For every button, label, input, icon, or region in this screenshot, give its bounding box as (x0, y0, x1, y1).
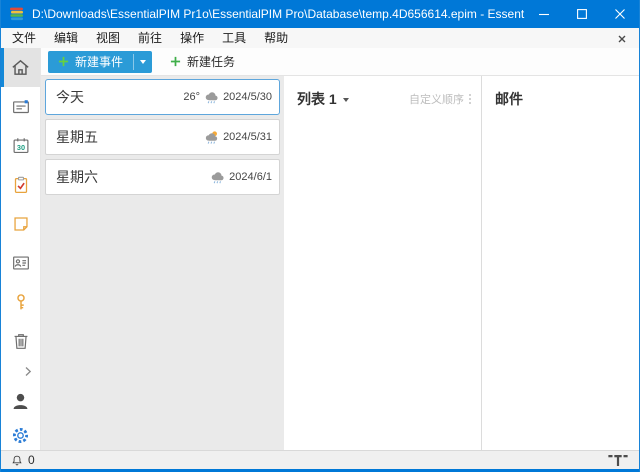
minimize-button[interactable] (525, 0, 563, 28)
date: 2024/5/31 (223, 131, 272, 143)
menu-go[interactable]: 前往 (129, 28, 171, 48)
resize-grip[interactable] (607, 453, 629, 468)
sort-order-label[interactable]: 自定义顺序 (409, 91, 464, 107)
sidebar-item-user[interactable] (1, 382, 40, 420)
notifications-bell-icon[interactable] (10, 453, 24, 468)
list-title[interactable]: 列表 1 (297, 89, 337, 109)
new-task-label: 新建任务 (187, 53, 235, 70)
trash-icon (10, 330, 32, 352)
day-list-panel: 今天 26° 2024/5/30 星期五 (41, 76, 284, 450)
day-card-friday[interactable]: 星期五 2024/5/31 (45, 119, 280, 155)
home-icon (9, 56, 32, 79)
grip-icon (607, 453, 629, 468)
app-window: D:\Downloads\EssentialPIM Pr1o\Essential… (0, 0, 640, 472)
mail-panel-title: 邮件 (495, 89, 631, 109)
menu-tools[interactable]: 工具 (213, 28, 255, 48)
calendar-icon: 30 (10, 135, 32, 157)
tasks-icon (10, 174, 32, 196)
day-name: 星期五 (56, 127, 98, 147)
small-close-icon (619, 36, 625, 42)
todo-list-panel: 列表 1 自定义顺序 (284, 76, 482, 450)
menu-help[interactable]: 帮助 (255, 28, 297, 48)
rain-cloud-icon (203, 89, 220, 105)
date: 2024/5/30 (223, 91, 272, 103)
plus-icon (170, 56, 181, 67)
menu-file[interactable]: 文件 (3, 28, 45, 48)
sidebar-item-mail[interactable] (1, 87, 40, 126)
new-event-button-main[interactable]: 新建事件 (48, 51, 133, 73)
chevron-down-icon[interactable] (343, 98, 349, 102)
toolbar: 新建事件 新建任务 (41, 48, 639, 76)
notes-icon (10, 213, 32, 235)
user-icon (9, 390, 32, 413)
new-event-label: 新建事件 (75, 53, 123, 70)
mail-icon (10, 96, 32, 118)
menu-view[interactable]: 视图 (87, 28, 129, 48)
new-task-button[interactable]: 新建任务 (161, 51, 244, 73)
temperature: 26° (183, 91, 200, 103)
calendar-day-number: 30 (16, 143, 24, 152)
sidebar-item-today[interactable] (1, 48, 40, 87)
selected-indicator (1, 48, 4, 87)
maximize-icon (578, 10, 587, 19)
mail-panel: 邮件 (482, 76, 639, 450)
sidebar-expand-button[interactable] (1, 360, 40, 382)
maximize-button[interactable] (563, 0, 601, 28)
date: 2024/6/1 (229, 171, 272, 183)
menu-bar: 文件 编辑 视图 前往 操作 工具 帮助 (1, 28, 639, 48)
sidebar-item-passwords[interactable] (1, 282, 40, 321)
notification-count: 0 (28, 453, 35, 467)
menubar-close-button[interactable] (616, 33, 627, 44)
rain-cloud-icon (209, 169, 226, 185)
close-button[interactable] (601, 0, 639, 28)
plus-icon (58, 56, 69, 67)
content-panels: 今天 26° 2024/5/30 星期五 (41, 76, 639, 450)
sidebar-item-notes[interactable] (1, 204, 40, 243)
day-card-today[interactable]: 今天 26° 2024/5/30 (45, 79, 280, 115)
sun-rain-cloud-icon (203, 129, 220, 145)
sort-options-icon[interactable] (469, 94, 471, 104)
new-event-dropdown[interactable] (134, 51, 152, 73)
menu-edit[interactable]: 编辑 (45, 28, 87, 48)
window-title: D:\Downloads\EssentialPIM Pr1o\Essential… (32, 7, 525, 21)
sidebar-item-trash[interactable] (1, 321, 40, 360)
sidebar-item-calendar[interactable]: 30 (1, 126, 40, 165)
day-name: 今天 (56, 87, 84, 107)
close-icon (616, 10, 625, 19)
title-bar: D:\Downloads\EssentialPIM Pr1o\Essential… (1, 0, 639, 28)
essentialpim-logo-icon (9, 6, 25, 22)
status-bar: 0 (1, 450, 639, 469)
day-name: 星期六 (56, 167, 98, 187)
settings-gear-icon (10, 425, 31, 446)
new-event-button[interactable]: 新建事件 (48, 51, 152, 73)
expand-chevron-icon (24, 366, 32, 377)
module-sidebar: 30 (1, 48, 41, 450)
main-area: 新建事件 新建任务 (41, 48, 639, 450)
menu-actions[interactable]: 操作 (171, 28, 213, 48)
day-card-saturday[interactable]: 星期六 2024/6/1 (45, 159, 280, 195)
sidebar-item-contacts[interactable] (1, 243, 40, 282)
passwords-icon (10, 291, 32, 313)
sidebar-item-tasks[interactable] (1, 165, 40, 204)
contacts-icon (10, 252, 32, 274)
sidebar-item-settings[interactable] (1, 420, 40, 450)
chevron-down-icon (140, 60, 146, 64)
